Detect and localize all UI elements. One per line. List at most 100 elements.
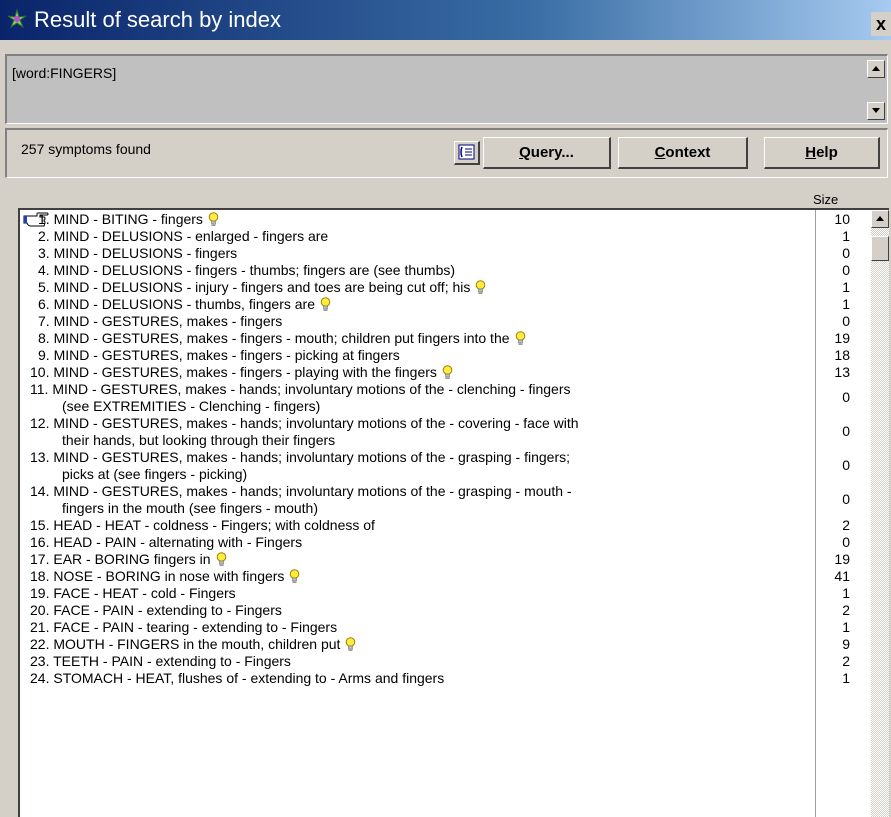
list-item-label: 23. TEETH - PAIN - extending to - Finger… (30, 653, 291, 670)
list-item-size: 19 (834, 330, 850, 346)
results-list[interactable]: 1. MIND - BITING - fingers 10 2. MIND - DE… (18, 208, 889, 817)
list-item-size: 2 (842, 517, 850, 533)
list-item-text: FACE - PAIN - tearing - extending to - F… (53, 619, 338, 635)
list-item-size: 0 (842, 534, 850, 550)
lightbulb-icon (515, 331, 525, 345)
list-item-number: 1. (38, 211, 54, 227)
list-item-label: 3. MIND - DELUSIONS - fingers (38, 245, 237, 262)
list-view-button[interactable] (454, 141, 480, 165)
list-item[interactable]: 5. MIND - DELUSIONS - injury - fingers a… (20, 279, 870, 296)
toolbar: 257 symptoms found Query... Context Help (5, 128, 888, 178)
window-title: Result of search by index (34, 7, 282, 32)
list-item[interactable]: 3. MIND - DELUSIONS - fingers 0 (20, 245, 870, 262)
list-item-text: MIND - GESTURES, makes - fingers - playi… (53, 364, 437, 380)
context-button[interactable]: Context (618, 137, 748, 169)
vertical-scrollbar[interactable] (871, 210, 889, 817)
list-item-text: MIND - BITING - fingers (53, 211, 203, 227)
list-item-label: 9. MIND - GESTURES, makes - fingers - pi… (38, 347, 400, 364)
list-item-number: 4. (38, 262, 54, 278)
list-item-label: 17. EAR - BORING fingers in (30, 551, 227, 568)
list-item-size: 0 (842, 457, 850, 473)
list-item[interactable]: 13. MIND - GESTURES, makes - hands; invo… (20, 449, 870, 483)
list-item-size: 41 (834, 568, 850, 584)
list-view-icon (458, 144, 475, 160)
list-item-text: NOSE - BORING in nose with fingers (53, 568, 285, 584)
close-button[interactable]: x (871, 12, 891, 36)
help-button[interactable]: Help (764, 137, 880, 169)
scroll-down-button[interactable] (867, 102, 885, 120)
lightbulb-icon (216, 552, 226, 566)
list-item-text: TEETH - PAIN - extending to - Fingers (53, 653, 291, 669)
lightbulb-icon (208, 212, 219, 226)
list-item-number: 11. (30, 381, 53, 397)
list-item-label: 5. MIND - DELUSIONS - injury - fingers a… (38, 279, 486, 296)
list-item[interactable]: 6. MIND - DELUSIONS - thumbs, fingers ar… (20, 296, 870, 313)
up-arrow-icon (872, 66, 880, 71)
list-item-text-continued: picks at (see fingers - picking) (62, 466, 248, 482)
list-item-size: 1 (842, 670, 850, 686)
list-item-text: HEAD - PAIN - alternating with - Fingers (53, 534, 303, 550)
list-item[interactable]: 19. FACE - HEAT - cold - Fingers 1 (20, 585, 870, 602)
list-item[interactable]: 22. MOUTH - FINGERS in the mouth, childr… (20, 636, 870, 653)
list-item-number: 20. (30, 602, 54, 618)
context-button-accel: C (654, 144, 666, 161)
list-item[interactable]: 1. MIND - BITING - fingers 10 (20, 211, 870, 228)
list-item-text: HEAD - HEAT - coldness - Fingers; with c… (53, 517, 375, 533)
list-item[interactable]: 24. STOMACH - HEAT, flushes of - extendi… (20, 670, 870, 687)
results-count: 257 symptoms found (21, 141, 151, 157)
list-item-size: 18 (834, 347, 850, 363)
list-item-text: EAR - BORING fingers in (53, 551, 211, 567)
list-item-text: FACE - PAIN - extending to - Fingers (53, 602, 282, 618)
list-item-text: MIND - GESTURES, makes - fingers - picki… (53, 347, 400, 363)
list-item[interactable]: 7. MIND - GESTURES, makes - fingers 0 (20, 313, 870, 330)
list-item[interactable]: 8. MIND - GESTURES, makes - fingers - mo… (20, 330, 870, 347)
scroll-thumb[interactable] (871, 236, 889, 261)
list-item-label: 14. MIND - GESTURES, makes - hands; invo… (30, 483, 572, 500)
size-column-header: Size (813, 192, 839, 207)
list-item[interactable]: 12. MIND - GESTURES, makes - hands; invo… (20, 415, 870, 449)
list-item-label: 12. MIND - GESTURES, makes - hands; invo… (30, 415, 579, 432)
list-item[interactable]: 15. HEAD - HEAT - coldness - Fingers; wi… (20, 517, 870, 534)
list-item[interactable]: 10. MIND - GESTURES, makes - fingers - p… (20, 364, 870, 381)
list-item[interactable]: 18. NOSE - BORING in nose with fingers 41 (20, 568, 870, 585)
query-button-accel: Q (519, 144, 531, 161)
query-display: [word:FINGERS] (5, 54, 888, 124)
list-item-number: 17. (30, 551, 54, 567)
up-arrow-icon (876, 216, 884, 221)
list-item[interactable]: 9. MIND - GESTURES, makes - fingers - pi… (20, 347, 870, 364)
list-item-number: 10. (30, 364, 54, 380)
list-item-number: 24. (30, 670, 54, 686)
query-button[interactable]: Query... (483, 137, 611, 169)
list-item-size: 1 (842, 228, 850, 244)
list-item[interactable]: 21. FACE - PAIN - tearing - extending to… (20, 619, 870, 636)
list-item-size: 2 (842, 653, 850, 669)
list-item[interactable]: 23. TEETH - PAIN - extending to - Finger… (20, 653, 870, 670)
list-item-label: 7. MIND - GESTURES, makes - fingers (38, 313, 282, 330)
list-item-size: 0 (842, 245, 850, 261)
list-item[interactable]: 20. FACE - PAIN - extending to - Fingers… (20, 602, 870, 619)
list-item-size: 13 (834, 364, 850, 380)
scroll-up-button[interactable] (867, 60, 885, 78)
list-item[interactable]: 16. HEAD - PAIN - alternating with - Fin… (20, 534, 870, 551)
list-item-text: MIND - GESTURES, makes - hands; involunt… (53, 483, 572, 499)
list-item[interactable]: 4. MIND - DELUSIONS - fingers - thumbs; … (20, 262, 870, 279)
list-item-number: 13. (30, 449, 54, 465)
list-item-label: 22. MOUTH - FINGERS in the mouth, childr… (30, 636, 356, 653)
list-scroll-up-button[interactable] (871, 210, 889, 228)
list-item-label: 11. MIND - GESTURES, makes - hands; invo… (30, 381, 571, 398)
list-item[interactable]: 17. EAR - BORING fingers in 19 (20, 551, 870, 568)
list-item-size: 1 (842, 296, 850, 312)
list-item-label: 10. MIND - GESTURES, makes - fingers - p… (30, 364, 453, 381)
list-item-number: 8. (38, 330, 54, 346)
list-item-size: 0 (842, 491, 850, 507)
list-item[interactable]: 11. MIND - GESTURES, makes - hands; invo… (20, 381, 870, 415)
lightbulb-icon (290, 569, 300, 583)
lightbulb-icon (442, 365, 453, 379)
list-item-label: 4. MIND - DELUSIONS - fingers - thumbs; … (38, 262, 455, 279)
list-item-number: 21. (30, 619, 54, 635)
list-item[interactable]: 2. MIND - DELUSIONS - enlarged - fingers… (20, 228, 870, 245)
list-item[interactable]: 14. MIND - GESTURES, makes - hands; invo… (20, 483, 870, 517)
app-icon (7, 8, 27, 29)
list-item-number: 6. (38, 296, 54, 312)
list-item-size: 0 (842, 423, 850, 439)
